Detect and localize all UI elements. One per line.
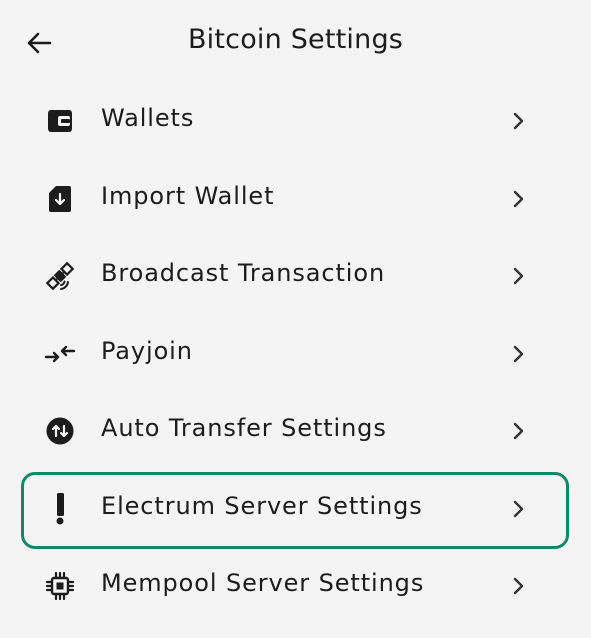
chevron-right-icon <box>506 418 532 444</box>
menu-item-broadcast-transaction[interactable]: Broadcast Transaction <box>0 236 591 314</box>
chevron-right-icon <box>506 186 532 212</box>
auto-transfer-icon <box>44 415 76 447</box>
menu-item-import-wallet[interactable]: Import Wallet <box>0 159 591 237</box>
settings-menu: Wallets Import Wallet Broadcast Transact… <box>0 81 591 624</box>
menu-item-auto-transfer-settings[interactable]: Auto Transfer Settings <box>0 391 591 469</box>
menu-item-label: Payjoin <box>101 336 193 365</box>
menu-item-payjoin[interactable]: Payjoin <box>0 314 591 392</box>
menu-item-label: Mempool Server Settings <box>101 569 425 597</box>
menu-item-label: Auto Transfer Settings <box>101 414 387 442</box>
chevron-right-icon <box>506 108 532 134</box>
satellite-icon <box>44 260 76 292</box>
chevron-right-icon <box>506 496 532 522</box>
menu-item-label: Broadcast Transaction <box>101 259 386 287</box>
menu-item-electrum-server-settings[interactable]: Electrum Server Settings <box>0 469 591 548</box>
menu-item-label: Wallets <box>101 104 195 132</box>
chevron-right-icon <box>506 263 532 289</box>
menu-item-label: Import Wallet <box>101 181 275 210</box>
menu-item-mempool-server-settings[interactable]: Mempool Server Settings <box>0 546 591 624</box>
electrum-icon <box>44 492 76 525</box>
chip-icon <box>44 570 76 602</box>
menu-item-wallets[interactable]: Wallets <box>0 81 591 159</box>
bitcoin-settings-screen: Bitcoin Settings Wallets Import Wallet B… <box>0 0 591 638</box>
chevron-right-icon <box>506 573 532 599</box>
menu-item-label: Electrum Server Settings <box>101 491 423 520</box>
wallet-icon <box>44 105 76 137</box>
payjoin-arrows-icon <box>44 338 76 370</box>
import-wallet-icon <box>44 183 76 215</box>
header: Bitcoin Settings <box>0 0 591 84</box>
page-title: Bitcoin Settings <box>187 24 404 55</box>
chevron-right-icon <box>506 341 532 367</box>
